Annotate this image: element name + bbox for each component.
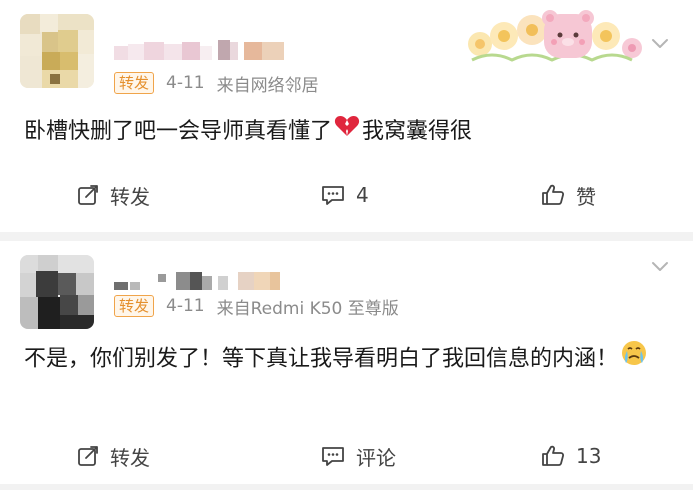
chevron-down-icon[interactable] — [651, 36, 669, 50]
comment-text-part: 不是，你们别发了！等下真让我导看明白了我回信息的内涵！ — [24, 346, 619, 372]
weibo-comment-feed: 转发 4-11 来自网络邻居 卧槽快删了吧一会导师真看懂了 我窝囊得很 转发 4… — [0, 0, 693, 490]
repost-button[interactable]: 转发 — [76, 436, 150, 476]
comment-icon — [322, 186, 344, 205]
username-blurred[interactable] — [114, 38, 304, 64]
like-button[interactable]: 赞 — [540, 175, 596, 215]
action-bar: 转发 评论 13 — [0, 436, 693, 476]
thumbs-up-icon — [542, 445, 565, 466]
comment-button[interactable]: 4 — [320, 175, 369, 215]
repost-icon — [78, 185, 98, 205]
like-button[interactable]: 13 — [540, 436, 601, 476]
flower-bear-decoration — [462, 8, 647, 66]
like-count: 13 — [576, 444, 602, 468]
comment-item: 转发 4-11 来自网络邻居 卧槽快删了吧一会导师真看懂了 我窝囊得很 转发 4… — [0, 0, 693, 232]
thumbs-up-icon — [542, 184, 565, 205]
comment-text-part: 卧槽快删了吧一会导师真看懂了 — [24, 119, 333, 144]
comment-text: 不是，你们别发了！等下真让我导看明白了我回信息的内涵！ — [24, 339, 669, 380]
comment-text: 卧槽快删了吧一会导师真看懂了 我窝囊得很 — [24, 113, 669, 151]
repost-label: 转发 — [110, 184, 150, 209]
repost-badge: 转发 — [114, 72, 155, 94]
repost-button[interactable]: 转发 — [76, 175, 150, 215]
post-meta: 转发 4-11 来自网络邻居 — [114, 71, 319, 96]
chevron-down-icon[interactable] — [651, 259, 669, 273]
avatar[interactable] — [20, 255, 94, 329]
broken-heart-icon — [334, 113, 360, 151]
comment-label: 评论 — [356, 445, 396, 470]
post-divider — [0, 232, 693, 241]
comment-button[interactable]: 评论 — [320, 436, 396, 476]
crying-face-icon — [620, 339, 648, 380]
comment-icon — [322, 447, 344, 466]
post-date: 4-11 — [166, 296, 205, 316]
post-source[interactable]: 来自Redmi K50 至尊版 — [217, 294, 399, 319]
action-bar: 转发 4 赞 — [0, 175, 693, 215]
comment-item: 转发 4-11 来自Redmi K50 至尊版 不是，你们别发了！等下真让我导看… — [0, 241, 693, 490]
comment-count: 4 — [356, 183, 369, 207]
repost-badge: 转发 — [114, 295, 155, 317]
post-source[interactable]: 来自网络邻居 — [217, 71, 319, 96]
repost-label: 转发 — [110, 445, 150, 470]
like-label: 赞 — [576, 184, 596, 209]
repost-icon — [78, 446, 98, 466]
bottom-divider — [0, 484, 693, 490]
comment-text-part: 我窝囊得很 — [362, 119, 473, 144]
avatar[interactable] — [20, 14, 94, 88]
post-meta: 转发 4-11 来自Redmi K50 至尊版 — [114, 294, 399, 319]
post-date: 4-11 — [166, 73, 205, 93]
username-blurred[interactable] — [114, 268, 304, 294]
